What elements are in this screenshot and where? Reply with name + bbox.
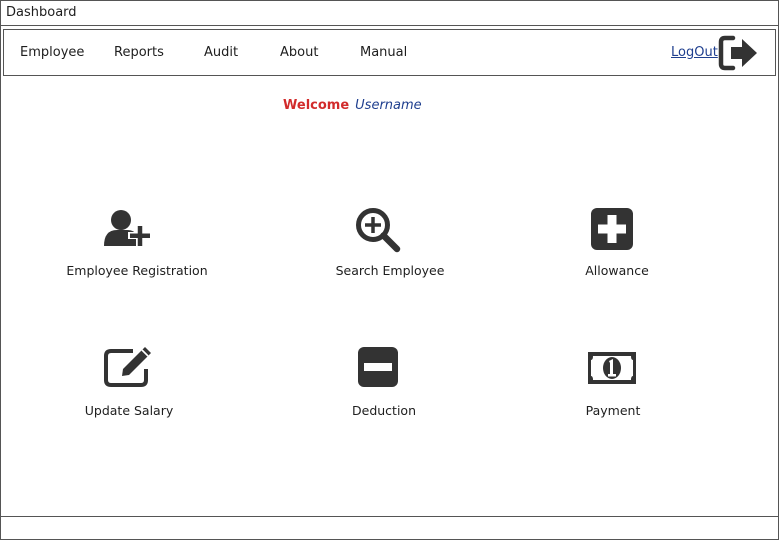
plus-square-icon xyxy=(591,208,633,250)
tile-allowance[interactable]: Allowance xyxy=(541,196,701,286)
tile-employee-registration[interactable]: Employee Registration xyxy=(1,196,271,286)
minus-square-icon xyxy=(358,347,398,387)
status-bar xyxy=(1,516,778,539)
zoom-in-icon xyxy=(356,208,401,253)
tile-label: Payment xyxy=(585,403,641,418)
tile-label: Employee Registration xyxy=(66,263,208,278)
tile-search-employee[interactable]: Search Employee xyxy=(291,196,491,286)
tile-label: Search Employee xyxy=(335,263,445,278)
welcome-message: Welcome Username xyxy=(283,98,422,113)
welcome-username: Username xyxy=(355,98,422,113)
nav-item-employee[interactable]: Employee xyxy=(20,30,84,75)
top-navigation-bar: Employee Reports Audit About Manual LogO… xyxy=(3,29,776,76)
nav-item-manual[interactable]: Manual xyxy=(360,30,407,75)
tile-label: Update Salary xyxy=(84,403,174,418)
tile-update-salary[interactable]: Update Salary xyxy=(41,336,221,426)
edit-icon xyxy=(104,347,151,387)
window-title: Dashboard xyxy=(1,1,778,26)
nav-item-reports[interactable]: Reports xyxy=(114,30,164,75)
tile-label: Allowance xyxy=(585,263,649,278)
nav-item-audit[interactable]: Audit xyxy=(204,30,238,75)
dashboard-window: Dashboard Employee Reports Audit About M… xyxy=(0,0,779,540)
add-user-icon xyxy=(104,210,152,246)
nav-item-about[interactable]: About xyxy=(280,30,318,75)
tile-label: Deduction xyxy=(352,403,416,418)
tile-deduction[interactable]: Deduction xyxy=(301,336,471,426)
money-bill-icon xyxy=(588,352,636,384)
welcome-label: Welcome xyxy=(283,98,350,113)
tile-payment[interactable]: Payment xyxy=(541,336,691,426)
logout-icon[interactable] xyxy=(717,33,761,73)
logout-link[interactable]: LogOut xyxy=(671,30,718,75)
